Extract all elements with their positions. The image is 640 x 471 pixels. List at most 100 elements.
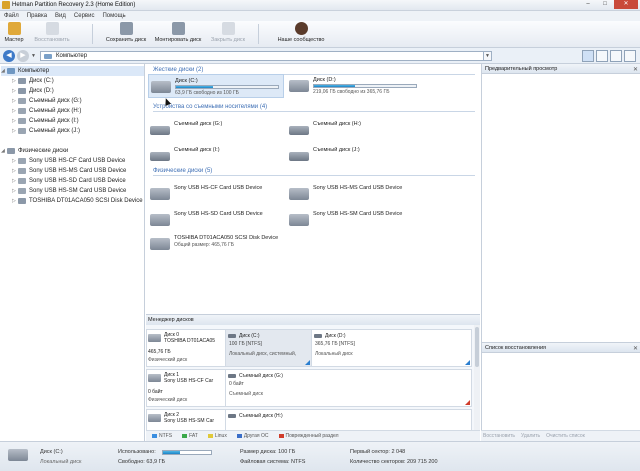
partition-h[interactable]: Съемный диск (H:) (225, 410, 471, 430)
partition-name: Съемный диск (G:) (239, 373, 283, 379)
forward-button[interactable]: ▶ (17, 50, 29, 62)
drive-tile-c[interactable]: Диск (C:) 63,9 ГБ свободно из 100 ГБ (148, 74, 284, 98)
hard-drive-icon (150, 238, 170, 250)
mount-disk-label: Монтировать диск (154, 37, 202, 43)
removable-drive-icon (18, 98, 26, 104)
view-details-button[interactable] (610, 50, 622, 62)
partition-g[interactable]: Съемный диск (G:) 0 байт Съемный диск (225, 370, 471, 406)
drive-tile-d[interactable]: Диск (D:) 219,06 ГБ свободно из 365,76 Г… (287, 74, 427, 98)
usb-device-icon (18, 168, 26, 174)
section-title-hard-disks: Жесткие диски (2) (153, 67, 204, 73)
tree-item-drive-h[interactable]: ▷ Съемный диск (H:) (12, 106, 81, 116)
address-input[interactable]: Компьютер (40, 51, 484, 61)
status-filesystem: Файловая система: NTFS (240, 459, 306, 465)
close-pane-icon[interactable]: ✕ (633, 344, 638, 354)
tree-item-sony-ms[interactable]: ▷ Sony USB HS-MS Card USB Device (12, 166, 126, 176)
legend-swatch (278, 434, 284, 438)
close-disk-button[interactable]: Закрыть диск (206, 22, 250, 47)
drive-tile-i[interactable]: Съемный диск (I:) (148, 144, 278, 168)
partition-name: Диск (D:) (325, 333, 346, 339)
status-disk-name: Диск (C:) (40, 449, 63, 455)
tree-item-label: Компьютер (18, 68, 50, 74)
drive-name: Диск (D:) (313, 77, 336, 83)
back-button[interactable]: ◀ (3, 50, 15, 62)
drive-tile-g[interactable]: Съемный диск (G:) (148, 118, 278, 142)
recovery-restore-button[interactable]: Восстановить (483, 433, 515, 439)
view-list-button[interactable] (596, 50, 608, 62)
scrollbar-thumb[interactable] (475, 327, 479, 367)
recovery-delete-button[interactable]: Удалить (521, 433, 540, 439)
address-dropdown-button[interactable]: ▼ (484, 51, 492, 61)
computer-icon (44, 54, 52, 59)
legend-swatch (236, 434, 242, 438)
partition-description: Локальный диск, системный, (229, 351, 297, 357)
physical-tile-sony-cf[interactable]: Sony USB HS-CF Card USB Device (148, 182, 284, 206)
partition-size: 0 байт (229, 381, 244, 387)
mount-disk-button[interactable]: Монтировать диск (152, 22, 204, 47)
section-title-physical: Физические диски (5) (153, 168, 213, 174)
menu-service[interactable]: Сервис (74, 11, 95, 21)
wizard-button[interactable]: Мастер (2, 22, 26, 47)
minimize-button[interactable]: – (580, 0, 596, 9)
history-dropdown-icon[interactable]: ▼ (31, 53, 36, 59)
tree-item-drive-c[interactable]: ▷ Диск (C:) (12, 76, 54, 86)
toolbar: Мастер Восстановить Сохранить диск Монти… (0, 21, 640, 48)
hard-drive-icon (18, 88, 26, 94)
tree-item-label: TOSHIBA DT01ACA050 SCSI Disk Device (29, 198, 143, 204)
mount-disk-icon (171, 22, 185, 35)
tree-item-toshiba[interactable]: ▷ TOSHIBA DT01ACA050 SCSI Disk Device (12, 196, 143, 206)
restore-button[interactable]: Восстановить (34, 22, 70, 47)
toolbar-separator (258, 24, 259, 44)
maximize-button[interactable]: □ (597, 0, 613, 9)
view-large-icons-button[interactable] (582, 50, 594, 62)
save-disk-button[interactable]: Сохранить диск (102, 22, 150, 47)
disk-type: Физический диск (148, 357, 188, 363)
hard-drive-icon (8, 449, 28, 461)
close-button[interactable]: ✕ (614, 0, 638, 9)
partition-description: Съемный диск (229, 391, 263, 397)
drive-tile-j[interactable]: Съемный диск (J:) (287, 144, 417, 168)
recovery-clear-list-button[interactable]: Очистить список (546, 433, 585, 439)
partition-size: 100 ГБ [NTFS] (229, 341, 262, 347)
community-label: Наше сообщество (277, 37, 325, 43)
tree-item-drive-j[interactable]: ▷ Съемный диск (J:) (12, 126, 80, 136)
usage-bar (313, 84, 417, 88)
physical-tile-sony-ms[interactable]: Sony USB HS-MS Card USB Device (287, 182, 423, 206)
tree-item-drive-d[interactable]: ▷ Диск (D:) (12, 86, 54, 96)
tree-item-computer[interactable]: ◢ Компьютер (1, 66, 144, 76)
device-name: Sony USB HS-SD Card USB Device (174, 211, 263, 217)
physical-tile-sony-sd[interactable]: Sony USB HS-SD Card USB Device (148, 208, 284, 232)
tree-item-drive-i[interactable]: ▷ Съемный диск (I:) (12, 116, 79, 126)
tree-item-sony-sm[interactable]: ▷ Sony USB HS-SM Card USB Device (12, 186, 126, 196)
drive-tile-h[interactable]: Съемный диск (H:) (287, 118, 417, 142)
tree-item-drive-g[interactable]: ▷ Съемный диск (G:) (12, 96, 82, 106)
menu-file[interactable]: Файл (4, 11, 19, 21)
menu-view[interactable]: Вид (55, 11, 66, 21)
hard-drive-icon (150, 214, 170, 226)
disk-manager-scrollbar[interactable] (474, 325, 480, 431)
removable-drive-icon (289, 152, 309, 161)
community-button[interactable]: Наше сообщество (268, 22, 334, 47)
disk-row-2[interactable]: Диск 2 Sony USB HS-SM Car Съемный диск (… (146, 409, 472, 431)
tree-item-sony-cf[interactable]: ▷ Sony USB HS-CF Card USB Device (12, 156, 125, 166)
partition-size: 365,76 ГБ [NTFS] (315, 341, 355, 347)
physical-tile-toshiba[interactable]: TOSHIBA DT01ACA050 SCSI Disk Device Общи… (148, 232, 298, 256)
partition-d[interactable]: Диск (D:) 365,76 ГБ [NTFS] Локальный дис… (311, 330, 471, 366)
tree-item-physical-disks[interactable]: ◢ Физические диски (1, 146, 68, 156)
view-preview-button[interactable] (624, 50, 636, 62)
menu-edit[interactable]: Правка (27, 11, 47, 21)
disk-row-0[interactable]: Диск 0 TOSHIBA DT01ACA05 465,76 ГБ Физич… (146, 329, 472, 367)
disk-model: TOSHIBA DT01ACA05 (164, 338, 216, 344)
tree-item-sony-sd[interactable]: ▷ Sony USB HS-SD Card USB Device (12, 176, 126, 186)
close-pane-icon[interactable]: ✕ (633, 65, 638, 75)
physical-tile-sony-sm[interactable]: Sony USB HS-SM Card USB Device (287, 208, 423, 232)
title-bar: Hetman Partition Recovery 2.3 (Home Edit… (0, 0, 640, 11)
recovery-list-title: Список восстановления ✕ (482, 343, 640, 353)
partition-c[interactable]: Диск (C:) 100 ГБ [NTFS] Локальный диск, … (225, 330, 311, 366)
disk-row-1[interactable]: Диск 1 Sony USB HS-CF Car 0 байт Физичес… (146, 369, 472, 407)
menu-help[interactable]: Помощь (102, 11, 125, 21)
legend-item-ntfs: NTFS (152, 433, 172, 439)
removable-drive-icon (289, 126, 309, 135)
restore-label: Восстановить (34, 37, 70, 43)
save-disk-icon (119, 22, 133, 35)
